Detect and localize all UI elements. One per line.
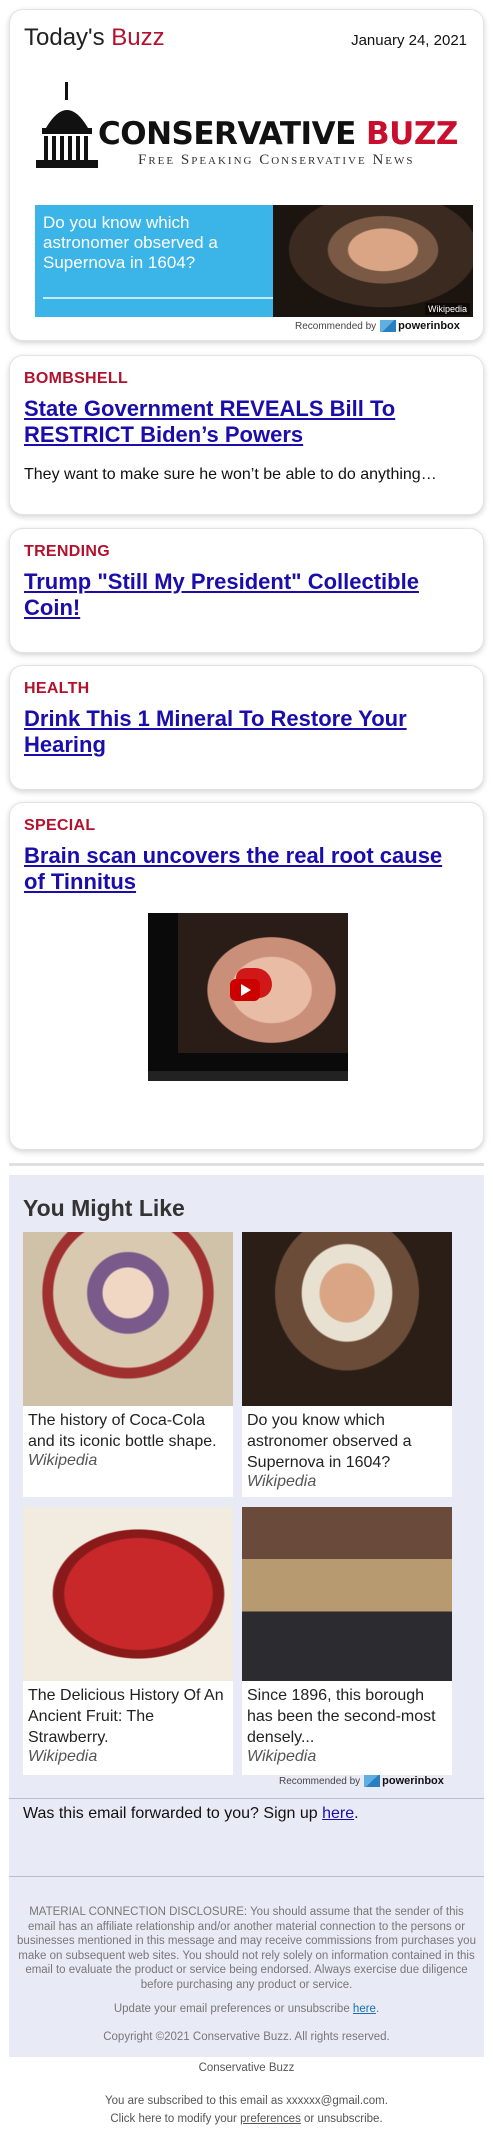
recommended-label: Recommended by <box>279 1776 361 1787</box>
forwarded-end: . <box>354 1805 359 1822</box>
logo-word-accent: BUZZ <box>366 116 458 152</box>
story-category: TRENDING <box>24 543 110 560</box>
story-headline-link[interactable]: Brain scan uncovers the real root cause … <box>24 843 464 895</box>
story-card: TRENDING Trump "Still My President" Coll… <box>9 528 484 653</box>
powerinbox-brand: powerinbox <box>382 1775 444 1787</box>
video-controls-bar[interactable] <box>148 1071 348 1081</box>
modify-suffix: or unsubscribe. <box>300 2113 383 2125</box>
forwarded-text: Was this email forwarded to you? Sign up <box>23 1805 323 1822</box>
ad-divider <box>43 297 293 299</box>
video-thumbnail[interactable] <box>148 913 348 1081</box>
story-category: BOMBSHELL <box>24 370 129 387</box>
story-headline-link[interactable]: Drink This 1 Mineral To Restore Your Hea… <box>24 706 464 758</box>
tile-image-strawberry <box>23 1507 233 1681</box>
ad-text: Do you know which astronomer observed a … <box>43 213 218 272</box>
tile-source: Wikipedia <box>247 1748 317 1765</box>
capitol-icon <box>36 82 98 168</box>
brand-prefix: Today's <box>24 24 112 51</box>
section-divider <box>9 1163 484 1166</box>
you-might-like-section: You Might Like The history of Coca-Cola … <box>9 1175 484 2057</box>
issue-date: January 24, 2021 <box>351 32 467 49</box>
tile-source: Wikipedia <box>247 1473 317 1490</box>
section-title: You Might Like <box>23 1195 185 1221</box>
material-disclosure: MATERIAL CONNECTION DISCLOSURE: You shou… <box>17 1906 476 1991</box>
tile-image-astronomer <box>242 1232 452 1406</box>
site-logo[interactable]: CONSERVATIVE BUZZ Free Speaking Conserva… <box>32 80 472 180</box>
logo-wordmark: CONSERVATIVE BUZZ <box>98 116 458 152</box>
update-prefs-text: Update your email preferences or unsubsc… <box>113 2003 353 2015</box>
footer-subscribed: You are subscribed to this email as xxxx… <box>105 2095 388 2107</box>
unsubscribe-link[interactable]: here <box>353 2003 376 2015</box>
story-card: BOMBSHELL State Government REVEALS Bill … <box>9 355 484 515</box>
story-blurb: They want to make sure he won’t be able … <box>24 466 437 483</box>
recommendation-tile[interactable]: The history of Coca-Cola and its iconic … <box>23 1232 233 1497</box>
brand-title: Today's Buzz <box>24 24 165 52</box>
play-icon[interactable] <box>230 979 260 1001</box>
tile-title: The history of Coca-Cola and its iconic … <box>28 1412 217 1450</box>
footer-modify: Click here to modify your preferences or… <box>0 2113 493 2125</box>
story-headline-link[interactable]: State Government REVEALS Bill To RESTRIC… <box>24 396 464 448</box>
story-category: SPECIAL <box>24 817 96 834</box>
update-preferences: Update your email preferences or unsubsc… <box>9 2003 484 2015</box>
copyright: Copyright ©2021 Conservative Buzz. All r… <box>103 2031 390 2043</box>
story-category: HEALTH <box>24 680 90 697</box>
header-card: Today's Buzz January 24, 2021 CONSERVATI… <box>9 9 484 341</box>
ad-source-label: Wikipedia <box>424 303 470 315</box>
powerinbox-icon <box>380 320 397 333</box>
logo-tagline: Free Speaking Conservative News <box>138 152 415 168</box>
recommendation-tile[interactable]: Do you know which astronomer observed a … <box>242 1232 452 1497</box>
recommended-label: Recommended by <box>295 321 377 332</box>
recommended-by[interactable]: Recommended by powerinbox <box>279 1775 444 1788</box>
tile-source: Wikipedia <box>28 1452 98 1469</box>
tile-title: The Delicious History Of An Ancient Frui… <box>28 1687 224 1746</box>
signup-link[interactable]: here <box>322 1805 354 1822</box>
modify-prefix: Click here to modify your <box>110 2113 241 2125</box>
tile-source: Wikipedia <box>28 1748 98 1765</box>
logo-word-main: CONSERVATIVE <box>98 116 367 152</box>
footer-company: Conservative Buzz <box>198 2062 295 2074</box>
tile-image-borough <box>242 1507 452 1681</box>
powerinbox-brand: powerinbox <box>398 320 460 332</box>
powerinbox-icon <box>364 1775 381 1788</box>
divider <box>9 1876 484 1877</box>
story-card: SPECIAL Brain scan uncovers the real roo… <box>9 802 484 1150</box>
recommendation-tile[interactable]: The Delicious History Of An Ancient Frui… <box>23 1507 233 1775</box>
tile-title: Do you know which astronomer observed a … <box>247 1412 412 1471</box>
story-card: HEALTH Drink This 1 Mineral To Restore Y… <box>9 665 484 790</box>
ad-portrait-image <box>273 205 473 317</box>
forwarded-notice: Was this email forwarded to you? Sign up… <box>23 1805 359 1823</box>
brand-accent: Buzz <box>111 24 165 51</box>
update-prefs-end: . <box>375 2003 380 2015</box>
tile-title: Since 1896, this borough has been the se… <box>247 1687 436 1746</box>
sponsored-ad-banner[interactable]: Do you know which astronomer observed a … <box>35 205 473 317</box>
recommendation-tile[interactable]: Since 1896, this borough has been the se… <box>242 1507 452 1775</box>
tile-image-coca-cola <box>23 1232 233 1406</box>
recommended-by[interactable]: Recommended by powerinbox <box>295 320 460 333</box>
preferences-link[interactable]: preferences <box>240 2113 301 2125</box>
divider <box>9 1798 484 1799</box>
story-headline-link[interactable]: Trump "Still My President" Collectible C… <box>24 569 464 621</box>
